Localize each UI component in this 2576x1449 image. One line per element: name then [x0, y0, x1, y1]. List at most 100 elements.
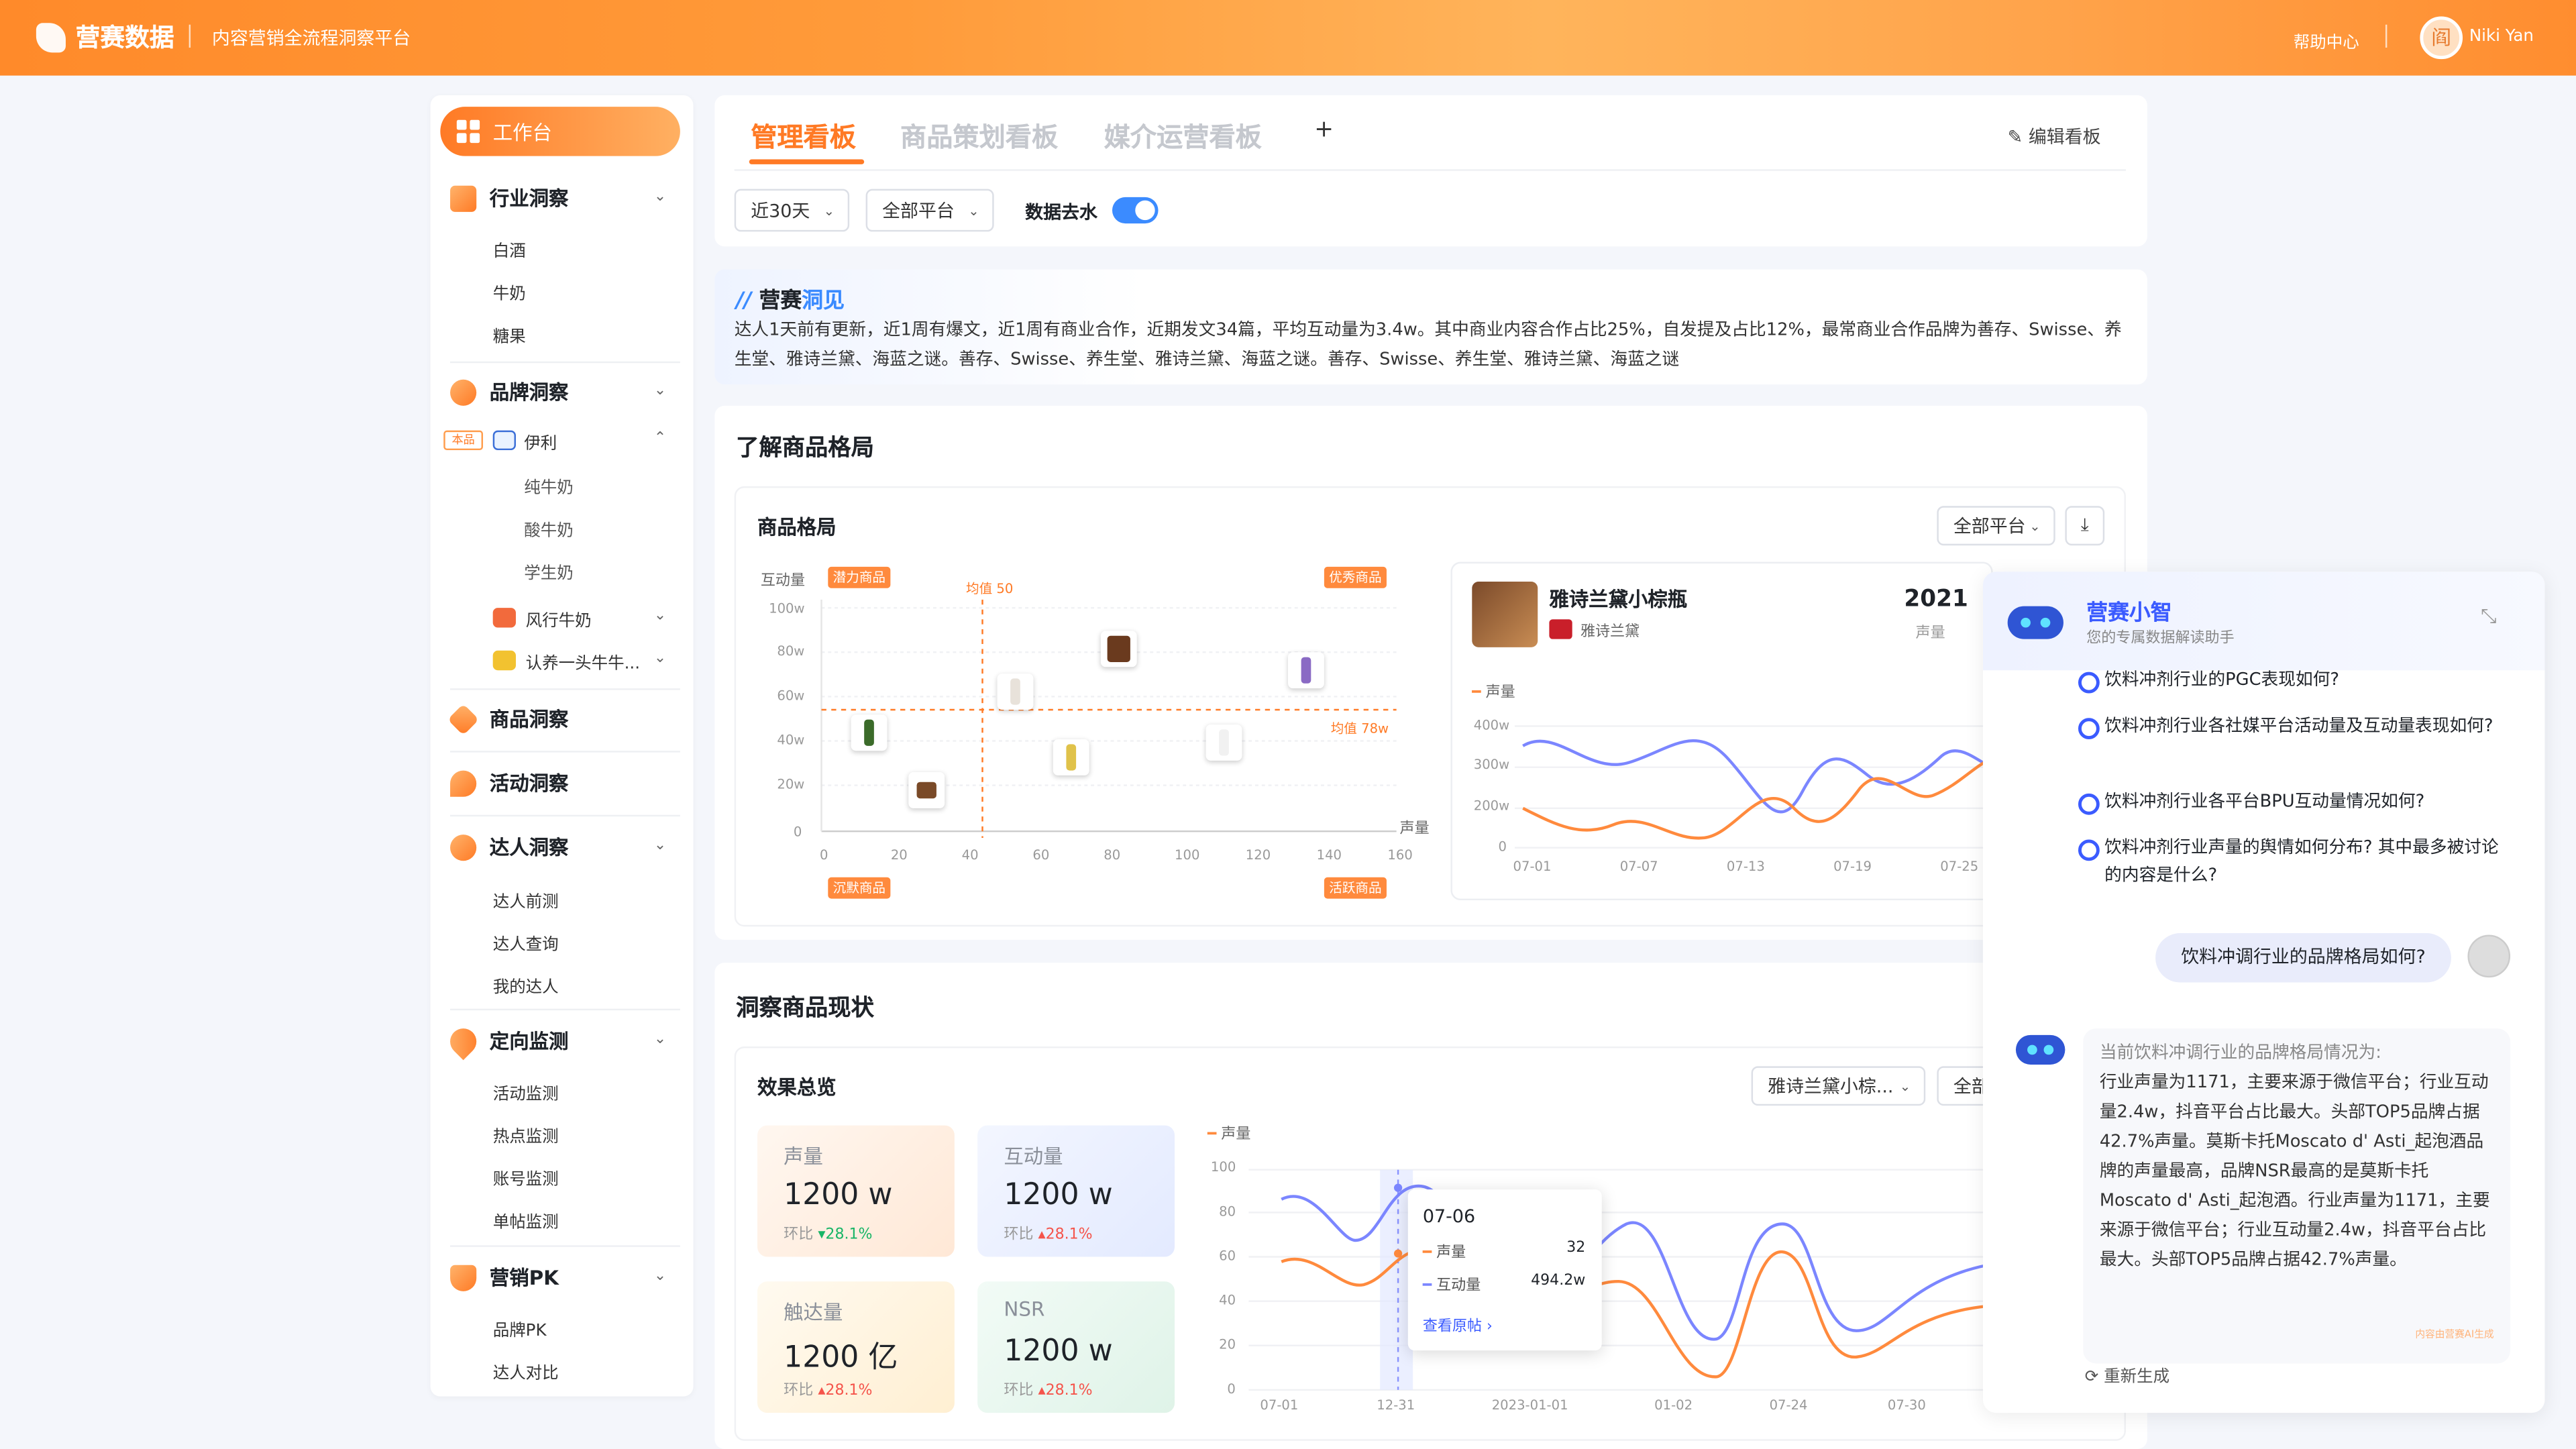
- sidebar-sub-post-monitor[interactable]: 单帖监测: [493, 1208, 559, 1232]
- sidebar-sub-student-milk[interactable]: 学生奶: [524, 559, 573, 583]
- landscape-platform-select[interactable]: 全部平台 ⌄: [1937, 506, 2055, 546]
- quadrant-silent: 沉默商品: [828, 877, 891, 899]
- trend-y-tick: 100: [1210, 1159, 1236, 1175]
- product-thumb[interactable]: [1288, 652, 1324, 689]
- chevron-down-icon[interactable]: ⌄: [654, 1032, 666, 1048]
- chevron-down-icon[interactable]: ⌄: [654, 651, 666, 667]
- sidebar-sub-milk[interactable]: 牛奶: [493, 279, 526, 304]
- help-center-link[interactable]: 帮助中心: [2294, 28, 2359, 52]
- tab-management[interactable]: 管理看板: [751, 115, 856, 154]
- product-thumb[interactable]: [1205, 724, 1242, 761]
- tab-product-planning[interactable]: 商品策划看板: [900, 115, 1058, 154]
- suggested-question[interactable]: 饮料冲剂行业各平台BPU互动量情况如何?: [2078, 789, 2506, 817]
- trend-y-tick: 60: [1219, 1248, 1236, 1264]
- trend-y-tick: 20: [1219, 1337, 1236, 1352]
- sidebar-item-activity[interactable]: 活动洞察: [450, 769, 568, 797]
- period-value: 近30天: [751, 200, 810, 222]
- sidebar-sub-hot-monitor[interactable]: 热点监测: [493, 1122, 559, 1146]
- sidebar-sub-yogurt[interactable]: 酸牛奶: [524, 516, 573, 541]
- answer-head: 当前饮料冲调行业的品牌格局情况为:: [2099, 1043, 2381, 1063]
- change-value: 28.1%: [1045, 1227, 1093, 1244]
- workbench-grid-icon: [456, 119, 480, 144]
- download-button[interactable]: ⤓: [2065, 506, 2105, 546]
- user-name[interactable]: Niki Yan: [2469, 28, 2534, 46]
- metric-card-reach[interactable]: 触达量 1200 亿 环比 ▴28.1%: [757, 1281, 955, 1413]
- trend-x-tick: 12-31: [1377, 1398, 1415, 1413]
- sidebar-sub-pure-milk[interactable]: 纯牛奶: [524, 473, 573, 498]
- product-thumb[interactable]: [908, 772, 945, 808]
- scatter-y-tick: 40w: [777, 733, 805, 748]
- slash-icon: //: [736, 289, 759, 314]
- sidebar-sub-kol-compare[interactable]: 达人对比: [493, 1358, 559, 1383]
- edit-board-button[interactable]: ✎ 编辑看板: [2008, 123, 2101, 150]
- sidebar-sub-candy[interactable]: 糖果: [493, 322, 526, 347]
- sidebar-item-kol[interactable]: 达人洞察: [450, 833, 568, 861]
- industry-icon: [450, 184, 477, 211]
- sidebar-brand-renyang[interactable]: 认养一头牛牛...: [526, 649, 640, 674]
- collapse-icon[interactable]: ⤡: [2481, 604, 2497, 629]
- industry-label: 行业洞察: [489, 187, 569, 211]
- chevron-down-icon[interactable]: ⌄: [654, 383, 666, 399]
- metric-unit: w: [1088, 1177, 1113, 1213]
- chevron-down-icon[interactable]: ⌄: [654, 1269, 666, 1285]
- add-board-button[interactable]: +: [1314, 117, 1334, 143]
- chevron-up-icon[interactable]: ⌃: [654, 431, 666, 447]
- sidebar-item-product[interactable]: 商品洞察: [447, 702, 568, 735]
- header-divider: [189, 24, 191, 48]
- renyang-logo-icon: [492, 650, 516, 671]
- sidebar-sub-kol-search[interactable]: 达人查询: [493, 930, 559, 955]
- platform-select[interactable]: 全部平台 ⌄: [865, 189, 994, 232]
- sidebar-item-workbench[interactable]: 工作台: [440, 107, 680, 156]
- download-icon: ⤓: [2080, 514, 2089, 536]
- sidebar-sub-baijiu[interactable]: 白酒: [493, 237, 526, 261]
- view-post-link[interactable]: 查看原帖 ›: [1423, 1314, 1493, 1336]
- scatter-x-tick: 60: [1032, 847, 1050, 863]
- landscape-card-title: 商品格局: [757, 515, 837, 539]
- sidebar-sub-brand-pk[interactable]: 品牌PK: [493, 1316, 547, 1340]
- sidebar-item-industry[interactable]: 行业洞察: [450, 184, 568, 212]
- sidebar-divider: [450, 1008, 680, 1011]
- sidebar-sub-account-monitor[interactable]: 账号监测: [493, 1165, 559, 1189]
- chevron-down-icon[interactable]: ⌄: [654, 189, 666, 205]
- metric-card-nsr[interactable]: NSR 1200 w 环比 ▴28.1%: [977, 1281, 1175, 1413]
- product-thumb[interactable]: [1053, 739, 1089, 775]
- product-line-chart: [1514, 725, 1992, 849]
- assistant-header: [1982, 572, 2545, 671]
- product-thumb[interactable]: [997, 674, 1034, 710]
- change-label: 环比: [1004, 1383, 1034, 1400]
- sidebar-brand-fengxing[interactable]: 风行牛奶: [526, 606, 592, 631]
- quadrant-excellent: 优秀商品: [1324, 566, 1387, 588]
- change-label: 环比: [784, 1383, 814, 1400]
- suggested-question[interactable]: 饮料冲剂行业各社媒平台活动量及互动量表现如何?: [2078, 713, 2506, 741]
- scatter-y-tick: 0: [793, 824, 802, 840]
- user-avatar[interactable]: 阎: [2420, 16, 2463, 60]
- dewater-toggle[interactable]: [1112, 197, 1159, 224]
- product-thumb[interactable]: [851, 714, 888, 751]
- sidebar-item-pk[interactable]: 营销PK: [450, 1263, 559, 1291]
- overview-product-select[interactable]: 雅诗兰黛小棕... ⌄: [1751, 1066, 1926, 1106]
- chevron-down-icon: ⌄: [2029, 518, 2041, 533]
- metric-value: 1200 亿: [784, 1334, 898, 1377]
- chevron-down-icon[interactable]: ⌄: [654, 838, 666, 854]
- product-thumb[interactable]: [1100, 631, 1137, 667]
- chevron-down-icon: ⌄: [968, 203, 979, 218]
- regenerate-button[interactable]: ⟳ 重新生成: [2085, 1362, 2169, 1387]
- chevron-down-icon[interactable]: ⌄: [654, 608, 666, 624]
- metric-card-volume[interactable]: 声量 1200 w 环比 ▾28.1%: [757, 1125, 955, 1257]
- platform-value: 全部平台: [882, 200, 955, 222]
- suggested-question[interactable]: 饮料冲剂行业声量的舆情如何分布? 其中最多被讨论的内容是什么?: [2078, 835, 2506, 890]
- sidebar-brand-yili[interactable]: 伊利: [524, 429, 557, 453]
- app-logo[interactable]: 营赛数据: [36, 19, 174, 54]
- overview-card-title: 效果总览: [757, 1076, 837, 1099]
- sidebar-item-brand[interactable]: 品牌洞察: [450, 378, 568, 406]
- sidebar-sub-activity-monitor[interactable]: 活动监测: [493, 1079, 559, 1104]
- sidebar-sub-my-kol[interactable]: 我的达人: [493, 973, 559, 998]
- tab-media-ops[interactable]: 媒介运营看板: [1104, 115, 1262, 154]
- period-select[interactable]: 近30天 ⌄: [734, 189, 850, 232]
- suggested-question[interactable]: 饮料冲剂行业的PGC表现如何?: [2078, 667, 2506, 695]
- sidebar-item-monitor[interactable]: 定向监测: [444, 1022, 568, 1060]
- sidebar-sub-kol-pretest[interactable]: 达人前测: [493, 887, 559, 912]
- metric-card-interaction[interactable]: 互动量 1200 w 环比 ▴28.1%: [977, 1125, 1175, 1257]
- tabs-divider: [734, 169, 2127, 171]
- scatter-y-tick: 80w: [777, 644, 805, 659]
